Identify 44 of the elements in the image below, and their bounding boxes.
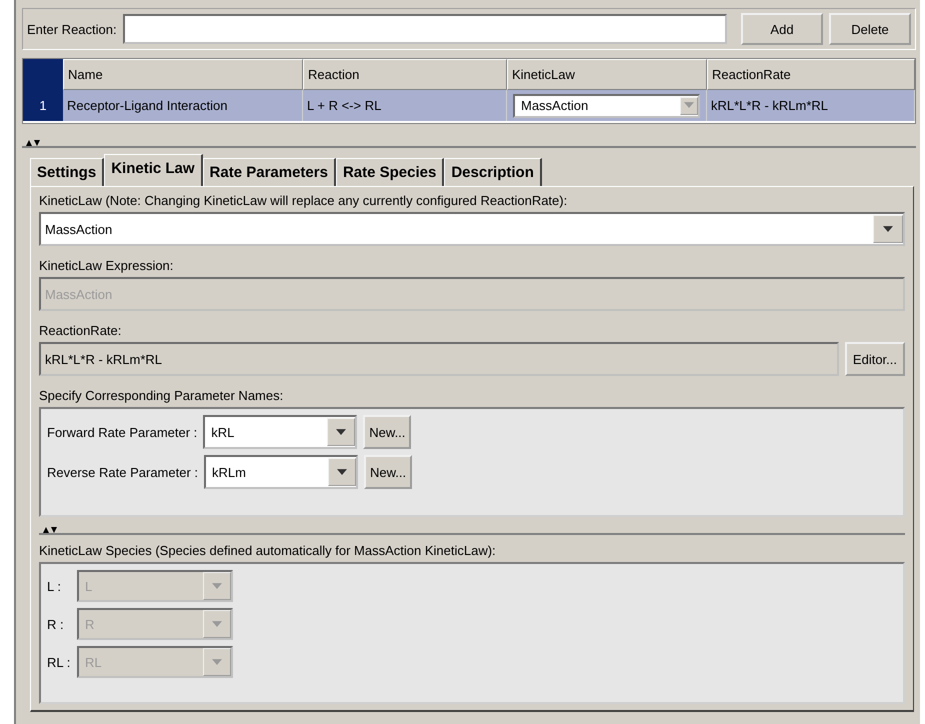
parameter-label: Forward Rate Parameter : xyxy=(47,424,198,440)
caret-icon xyxy=(337,468,348,476)
tab[interactable]: Kinetic Law xyxy=(104,154,203,186)
kinetic-law-dropdown[interactable]: MassAction xyxy=(513,94,700,118)
column-header[interactable]: Name xyxy=(63,59,303,90)
splitter-arrows-icon[interactable] xyxy=(43,527,57,533)
species-row-label: R : xyxy=(47,616,65,632)
reaction-rate-label: ReactionRate: xyxy=(39,323,122,338)
row-number[interactable]: 1 xyxy=(23,90,63,121)
column-header[interactable]: ReactionRate xyxy=(707,59,915,90)
tab[interactable]: Rate Species xyxy=(336,158,444,186)
tab[interactable]: Settings xyxy=(30,158,104,186)
column-header[interactable]: Reaction xyxy=(303,59,507,90)
species-label: KineticLaw Species (Species defined automatically for MassAction KineticLaw): xyxy=(39,543,497,558)
column-header[interactable]: KineticLaw xyxy=(507,59,707,90)
new-button[interactable]: New... xyxy=(363,415,412,449)
reaction-input[interactable] xyxy=(122,14,727,44)
new-button[interactable]: New... xyxy=(364,455,412,489)
parameter-dropdown[interactable]: kRLm xyxy=(204,455,358,489)
caret-icon xyxy=(212,582,222,590)
parameter-label: Reverse Rate Parameter : xyxy=(47,464,198,480)
table-cell: kRL*L*R - kRLm*RL xyxy=(707,90,915,121)
editor-button[interactable]: Editor... xyxy=(844,342,905,376)
table-cell: L + R <-> RL xyxy=(303,90,507,121)
reaction-rate-field[interactable]: kRL*L*R - kRLm*RL xyxy=(39,342,839,376)
caret-icon xyxy=(883,226,893,232)
enter-reaction-label: Enter Reaction: xyxy=(27,22,117,36)
species-row-label: L : xyxy=(47,578,62,594)
caret-icon xyxy=(212,620,222,628)
splitter-arrows-icon[interactable] xyxy=(26,140,40,146)
kinetic-law-dropdown[interactable]: MassAction xyxy=(39,212,905,246)
expression-label: KineticLaw Expression: xyxy=(39,258,174,273)
species-row-label: RL : xyxy=(47,654,72,670)
caret-icon xyxy=(212,658,222,666)
caret-icon xyxy=(336,428,346,436)
table-cell: Receptor-Ligand Interaction xyxy=(63,90,303,121)
tab[interactable]: Rate Parameters xyxy=(202,158,336,186)
tab[interactable]: Description xyxy=(444,158,542,186)
parameters-label: Specify Corresponding Parameter Names: xyxy=(39,388,284,403)
parameter-dropdown[interactable]: kRL xyxy=(203,415,358,449)
kinetic-law-label: KineticLaw (Note: Changing KineticLaw will replace any currently configured ReactionRate): xyxy=(39,193,568,208)
action-button[interactable]: Delete xyxy=(829,13,911,45)
caret-icon xyxy=(684,102,694,109)
action-button[interactable]: Add xyxy=(741,13,823,45)
